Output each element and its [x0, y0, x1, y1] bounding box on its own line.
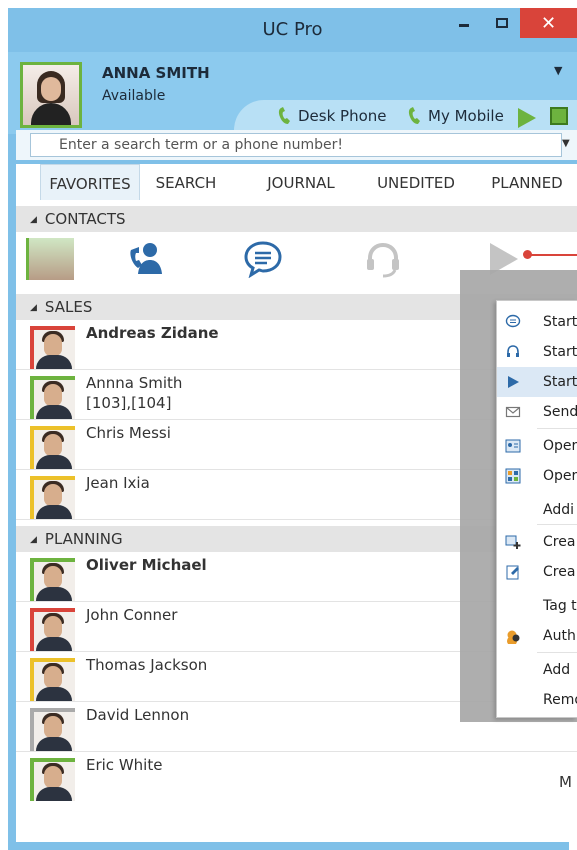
- contact-name: David Lennon: [86, 706, 190, 724]
- contact-name: John Conner: [86, 606, 178, 624]
- menu-item-start-chat[interactable]: Start: [497, 307, 577, 337]
- menu-item-start-presentation[interactable]: Start: [497, 367, 577, 397]
- chevron-down-icon[interactable]: ▼: [562, 138, 570, 149]
- contact-photo: [30, 326, 75, 369]
- phone-mobile-label: My Mobile: [428, 107, 504, 125]
- phone-desk[interactable]: Desk Phone: [278, 107, 387, 125]
- connector-dot: [523, 250, 532, 259]
- contact-name: Eric White: [86, 756, 163, 774]
- collapse-triangle-icon: ◢: [30, 303, 37, 313]
- menu-item-start-audio[interactable]: Start: [497, 337, 577, 367]
- user-status[interactable]: Available: [102, 88, 165, 104]
- tab-bar: FAVORITES SEARCH JOURNAL UNEDITED PLANNE…: [16, 164, 577, 200]
- profile-header: ANNA SMITH Available ▼ Desk Phone My Mob…: [8, 52, 577, 134]
- authorize-icon: [507, 630, 520, 644]
- collapse-triangle-icon: ◢: [30, 535, 37, 545]
- menu-item-additional[interactable]: Addi: [497, 495, 577, 525]
- user-name: ANNA SMITH: [102, 64, 210, 82]
- phone-selector: Desk Phone My Mobile: [234, 100, 577, 134]
- play-icon[interactable]: [518, 108, 536, 128]
- tab-journal[interactable]: JOURNAL: [256, 164, 346, 200]
- menu-item-add[interactable]: Add: [497, 655, 577, 685]
- contact-name: Thomas Jackson: [86, 656, 208, 674]
- close-icon: ✕: [540, 12, 557, 34]
- chat-icon: [505, 314, 521, 328]
- contact-photo: [30, 708, 75, 751]
- collapse-triangle-icon: ◢: [30, 215, 37, 225]
- grid-card-icon: [505, 468, 521, 484]
- contact-name: Chris Messi: [86, 424, 171, 442]
- menu-item-create-note[interactable]: Crea: [497, 557, 577, 587]
- contact-name: Annna Smith: [86, 374, 183, 392]
- title-bar[interactable]: UC Pro ✕: [8, 8, 577, 52]
- contact-photo: [30, 376, 75, 419]
- menu-item-tag[interactable]: Tag t: [497, 591, 577, 621]
- tab-unedited[interactable]: UNEDITED: [366, 164, 466, 200]
- selected-contact-avatar[interactable]: [26, 238, 74, 280]
- close-button[interactable]: ✕: [520, 8, 577, 38]
- contact-photo: [30, 658, 75, 701]
- minimize-icon: [459, 23, 469, 27]
- phone-desk-label: Desk Phone: [298, 107, 387, 125]
- contact-photo: [30, 558, 75, 601]
- menu-item-open-contact[interactable]: Oper: [497, 431, 577, 461]
- minimize-button[interactable]: [448, 8, 480, 38]
- handset-icon: [408, 107, 420, 124]
- tab-planned[interactable]: PLANNED: [482, 164, 572, 200]
- tab-favorites[interactable]: FAVORITES: [40, 164, 140, 200]
- maximize-icon: [496, 18, 508, 28]
- partial-text: M: [559, 773, 572, 791]
- contact-card-icon: [505, 439, 521, 453]
- contact-photo: [30, 426, 75, 469]
- contact-row[interactable]: Eric White: [16, 752, 577, 802]
- contact-name: Jean Ixia: [86, 474, 150, 492]
- tab-search[interactable]: SEARCH: [146, 164, 226, 200]
- contact-photo: [30, 608, 75, 651]
- avatar-face: [41, 77, 61, 101]
- search-row: ▼: [16, 130, 577, 160]
- context-menu: Start Start Start Send Oper Oper Addi Cr…: [496, 300, 577, 718]
- headset-icon[interactable]: [363, 240, 403, 278]
- window-bottom-border: [8, 842, 569, 850]
- contact-photo: [30, 476, 75, 519]
- menu-item-send[interactable]: Send: [497, 397, 577, 427]
- contact-name: Oliver Michael: [86, 556, 207, 574]
- maximize-button[interactable]: [486, 8, 518, 38]
- call-contact-icon[interactable]: [126, 240, 166, 276]
- chat-icon[interactable]: [243, 240, 283, 278]
- envelope-icon: [505, 406, 521, 418]
- create-contact-icon: [505, 535, 521, 549]
- menu-item-authorize[interactable]: Auth: [497, 621, 577, 651]
- group-header-contacts[interactable]: ◢ CONTACTS: [16, 206, 577, 232]
- menu-item-remove[interactable]: Remo: [497, 685, 577, 715]
- avatar-body: [31, 103, 71, 125]
- chevron-down-icon[interactable]: ▼: [554, 64, 562, 77]
- phone-mobile[interactable]: My Mobile: [408, 107, 504, 125]
- calendar-icon[interactable]: [550, 107, 568, 125]
- search-input[interactable]: [30, 133, 562, 157]
- handset-icon: [278, 107, 290, 124]
- create-note-icon: [506, 565, 519, 580]
- menu-item-create-contact[interactable]: Crea: [497, 527, 577, 557]
- headset-icon: [507, 345, 519, 357]
- user-avatar[interactable]: [20, 62, 82, 128]
- contact-name: Andreas Zidane: [86, 324, 219, 342]
- play-icon: [508, 376, 519, 388]
- menu-item-open-details[interactable]: Oper: [497, 461, 577, 491]
- contact-photo: [30, 758, 75, 801]
- contact-extensions: [103],[104]: [86, 394, 172, 412]
